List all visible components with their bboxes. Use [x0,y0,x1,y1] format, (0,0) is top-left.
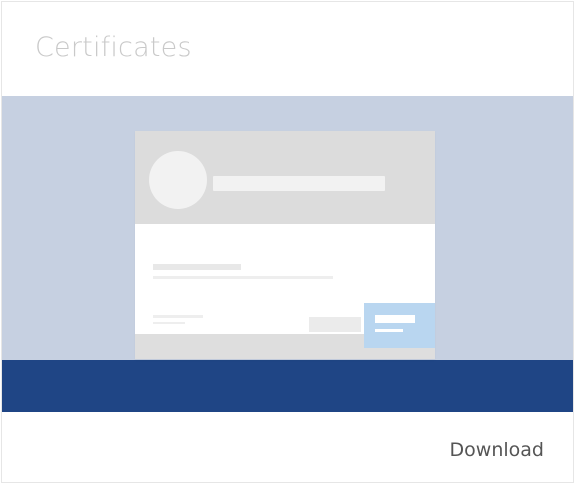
download-link[interactable]: Download [450,439,544,461]
button-text-placeholder [375,329,403,332]
body-text-placeholder [153,322,185,324]
certificate-document-mock [135,131,435,359]
primary-button-placeholder [364,303,435,348]
illustration-blue-band [2,360,573,412]
body-text-placeholder [153,276,333,279]
header-text-placeholder [213,176,385,191]
card-footer: Download [2,412,573,482]
button-text-placeholder [375,315,415,323]
body-text-placeholder [153,264,241,270]
avatar-placeholder [149,151,207,209]
certificates-card: Certificates Download [1,1,574,483]
card-title: Certificates [35,32,192,63]
body-text-placeholder [153,315,203,318]
secondary-button-placeholder [309,317,361,332]
certificate-illustration [2,96,573,412]
document-header [135,131,435,224]
